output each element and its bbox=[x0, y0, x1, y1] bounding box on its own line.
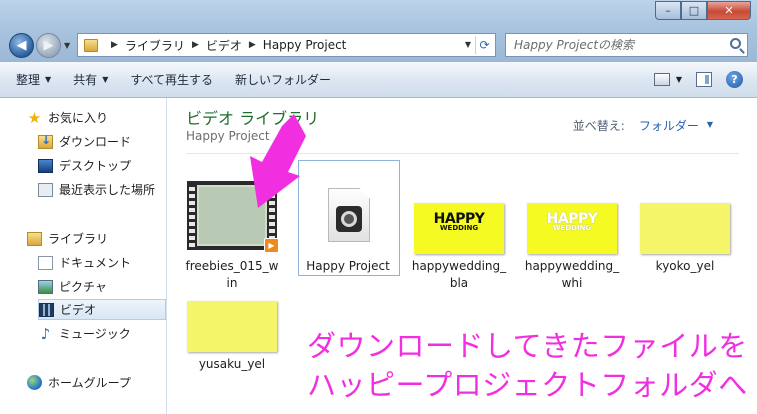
libraries-icon bbox=[27, 231, 42, 246]
help-icon[interactable]: ? bbox=[726, 71, 743, 88]
file-name: happywedding_ bbox=[411, 259, 507, 273]
sort-label: 並べ替え: bbox=[572, 119, 625, 133]
window-controls: – □ ✕ bbox=[655, 1, 751, 20]
documents-icon bbox=[38, 255, 53, 270]
navigation-pane: ★ お気に入り ダウンロード デスクトップ 最近表示した場所 ライブラリ ドキュ… bbox=[0, 98, 167, 414]
file-name: yusaku_yel bbox=[198, 357, 266, 371]
pictures-icon bbox=[38, 279, 53, 294]
change-view-icon[interactable] bbox=[653, 73, 670, 86]
thumbnail-decoration: · · · · · · bbox=[217, 323, 247, 329]
title-bar: – □ ✕ ◀ ▶ ▼ ▶ ライブラリ ▶ ビデオ ▶ Happy Projec… bbox=[0, 0, 757, 62]
thumbnail-text: HAPPY WEDDING bbox=[546, 211, 598, 232]
desktop-icon bbox=[38, 158, 53, 173]
file-name: kyoko_yel bbox=[655, 259, 715, 273]
sidebar-item-downloads[interactable]: ダウンロード bbox=[38, 131, 166, 152]
file-name: in bbox=[226, 276, 238, 290]
image-thumbnail[interactable]: HAPPY WEDDING bbox=[527, 203, 617, 254]
chevron-down-icon: ▼ bbox=[102, 75, 109, 84]
downloads-folder-icon bbox=[38, 133, 53, 149]
file-name: Happy Project bbox=[306, 259, 390, 273]
sort-by-control: 並べ替え: フォルダー ▼ bbox=[573, 117, 713, 134]
sidebar-item-desktop[interactable]: デスクトップ bbox=[38, 155, 166, 176]
annotation-line-1: ダウンロードしてきたファイルを bbox=[307, 329, 748, 363]
sidebar-item-label: 最近表示した場所 bbox=[59, 183, 156, 197]
search-box[interactable] bbox=[505, 33, 748, 57]
sidebar-item-videos[interactable]: ビデオ bbox=[38, 299, 166, 320]
file-name: freebies_015_w bbox=[185, 259, 279, 273]
preview-pane-icon[interactable] bbox=[696, 72, 712, 87]
sidebar-item-label: ドキュメント bbox=[59, 256, 132, 270]
sidebar-item-label: ピクチャ bbox=[59, 280, 107, 294]
command-bar: 整理 ▼ 共有 ▼ すべて再生する 新しいフォルダー ▼ ? bbox=[0, 62, 757, 98]
minimize-button[interactable]: – bbox=[655, 1, 681, 20]
thumbnail-text: HAPPY WEDDING bbox=[433, 211, 485, 232]
maximize-button[interactable]: □ bbox=[681, 1, 707, 20]
videos-icon bbox=[39, 302, 54, 317]
breadcrumb-arrow-icon[interactable]: ▶ bbox=[192, 40, 199, 50]
toolbar-right: ▼ ? bbox=[653, 71, 743, 88]
image-thumbnail[interactable]: · · · · · · bbox=[640, 203, 730, 254]
thumbnail-decoration: · · · · · · bbox=[670, 225, 700, 231]
sidebar-item-label: ダウンロード bbox=[59, 135, 132, 149]
recent-pages-dropdown-icon[interactable]: ▼ bbox=[64, 41, 70, 50]
sidebar-item-label: ビデオ bbox=[60, 303, 97, 317]
address-dropdown-icon[interactable]: ▼ bbox=[465, 40, 471, 49]
sidebar-item-label: ミュージック bbox=[59, 327, 131, 341]
forward-arrow-icon: ▶ bbox=[43, 38, 54, 53]
address-bar[interactable]: ▶ ライブラリ ▶ ビデオ ▶ Happy Project ▼ ⟳ bbox=[77, 33, 496, 57]
play-all-button[interactable]: すべて再生する bbox=[130, 71, 213, 88]
breadcrumb-arrow-icon[interactable]: ▶ bbox=[111, 40, 118, 50]
close-button[interactable]: ✕ bbox=[707, 1, 751, 20]
file-name: whi bbox=[561, 276, 583, 290]
sidebar-item-label: ホームグループ bbox=[48, 376, 131, 390]
back-button[interactable]: ◀ bbox=[9, 33, 34, 58]
star-icon: ★ bbox=[27, 108, 42, 127]
search-icon[interactable] bbox=[730, 38, 741, 49]
breadcrumb-libraries[interactable]: ライブラリ bbox=[125, 37, 185, 54]
image-thumbnail[interactable]: · · · · · · bbox=[187, 301, 277, 352]
film-strip-icon bbox=[189, 184, 195, 247]
organize-menu[interactable]: 整理 ▼ bbox=[16, 71, 51, 88]
view-options-dropdown-icon[interactable]: ▼ bbox=[676, 75, 682, 84]
sidebar-item-homegroup[interactable]: ホームグループ bbox=[27, 372, 165, 393]
sidebar-item-label: ライブラリ bbox=[48, 232, 109, 246]
share-menu[interactable]: 共有 ▼ bbox=[73, 71, 108, 88]
image-thumbnail[interactable]: HAPPY WEDDING bbox=[414, 203, 504, 254]
sidebar-item-recent-places[interactable]: 最近表示した場所 bbox=[38, 179, 166, 200]
sidebar-item-documents[interactable]: ドキュメント bbox=[38, 252, 166, 273]
chevron-down-icon[interactable]: ▼ bbox=[707, 120, 713, 134]
folder-icon bbox=[84, 38, 98, 52]
music-note-icon: ♪ bbox=[40, 324, 51, 343]
annotation-line-2: ハッピープロジェクトフォルダへ bbox=[307, 368, 748, 402]
breadcrumb-arrow-icon[interactable]: ▶ bbox=[249, 40, 256, 50]
sidebar-item-label: お気に入り bbox=[48, 111, 109, 125]
file-name: bla bbox=[449, 276, 469, 290]
sidebar-item-favorites[interactable]: ★ お気に入り bbox=[27, 107, 165, 128]
chevron-down-icon: ▼ bbox=[45, 75, 52, 84]
sort-value-dropdown[interactable]: フォルダー bbox=[639, 117, 699, 134]
forward-button[interactable]: ▶ bbox=[36, 33, 61, 58]
breadcrumb-happy-project[interactable]: Happy Project bbox=[263, 38, 347, 52]
media-player-badge-icon: ▶ bbox=[264, 238, 279, 253]
annotation-arrow-icon bbox=[250, 114, 306, 208]
back-arrow-icon: ◀ bbox=[16, 38, 27, 53]
breadcrumb-videos[interactable]: ビデオ bbox=[206, 37, 242, 54]
sidebar-item-libraries[interactable]: ライブラリ bbox=[27, 228, 165, 249]
file-name: happywedding_ bbox=[524, 259, 620, 273]
sidebar-item-music[interactable]: ♪ ミュージック bbox=[38, 323, 166, 344]
sidebar-item-pictures[interactable]: ピクチャ bbox=[38, 276, 166, 297]
new-folder-button[interactable]: 新しいフォルダー bbox=[235, 71, 331, 88]
recent-places-icon bbox=[38, 182, 53, 197]
sidebar-item-label: デスクトップ bbox=[59, 159, 132, 173]
homegroup-icon bbox=[27, 375, 42, 390]
organize-label: 整理 bbox=[16, 73, 41, 87]
file-item[interactable]: freebies_015_w in bbox=[182, 258, 282, 298]
refresh-icon[interactable]: ⟳ bbox=[475, 36, 493, 54]
share-label: 共有 bbox=[73, 73, 98, 87]
search-input[interactable] bbox=[506, 34, 716, 56]
